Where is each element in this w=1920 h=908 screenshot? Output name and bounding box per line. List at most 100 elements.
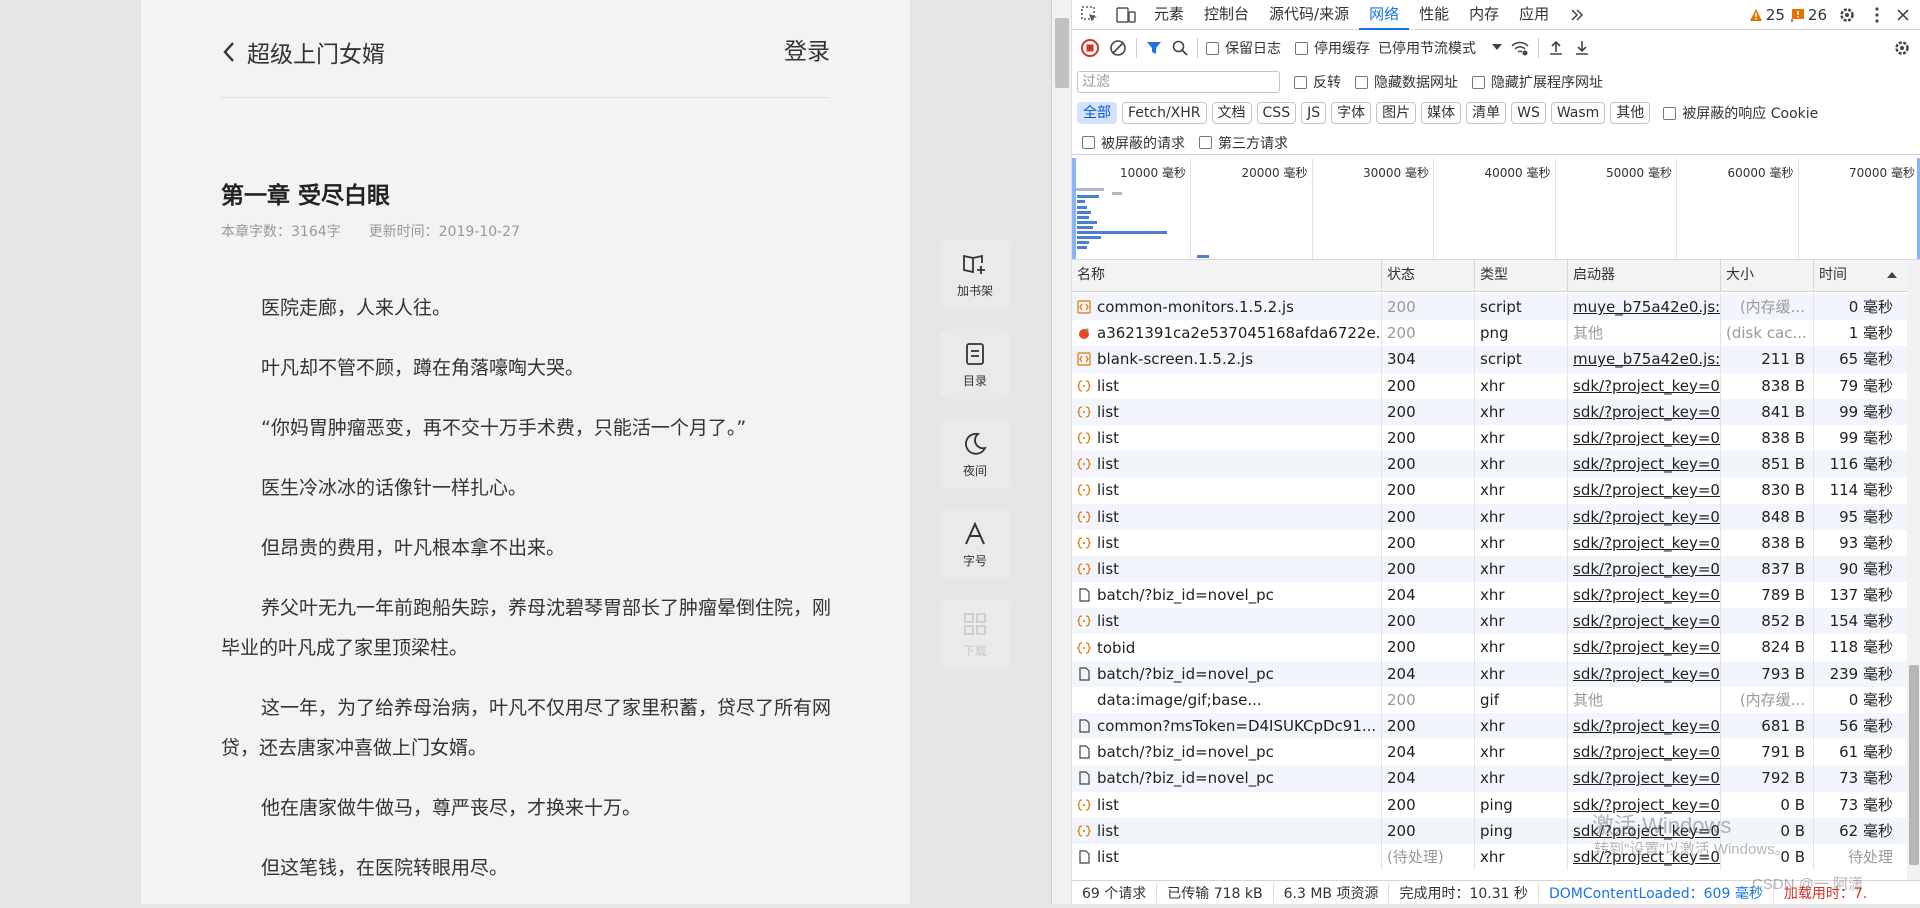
network-conditions-icon[interactable] — [1510, 39, 1530, 57]
network-overview-timeline[interactable]: 10000 毫秒 20000 毫秒 30000 毫秒 40000 毫秒 50000 毫秒… — [1072, 158, 1920, 260]
type-filter-chip[interactable]: 字体 — [1331, 102, 1372, 124]
table-row[interactable]: common?msToken=D4ISUKCpDc91... 200 xhr sdk/… — [1072, 713, 1920, 740]
checkbox-box[interactable] — [1206, 41, 1219, 55]
page-scrollbar-thumb[interactable] — [1055, 18, 1069, 88]
col-size[interactable]: 大小 — [1721, 260, 1814, 291]
table-row[interactable]: batch/?biz_id=novel_pc 204 xhr sdk/?project… — [1072, 739, 1920, 766]
tab-3[interactable]: 网络 — [1359, 0, 1410, 30]
type-filter-chip[interactable]: 文档 — [1211, 102, 1252, 124]
checkbox-box[interactable] — [1472, 75, 1485, 89]
more-options-button[interactable] — [1867, 0, 1887, 30]
table-row[interactable]: list 200 xhr sdk/?project_key=00 830 B 114 毫秒 — [1072, 477, 1920, 504]
type-filter-chip[interactable]: JS — [1301, 102, 1327, 124]
blocked-requests-checkbox[interactable]: 被屏蔽的请求 — [1082, 133, 1185, 153]
type-filter-chip[interactable]: Wasm — [1550, 102, 1606, 124]
cell-name[interactable]: a3621391ca2e537045168afda6722e... — [1072, 320, 1382, 347]
checkbox-box[interactable] — [1355, 75, 1368, 89]
table-row[interactable]: list 200 xhr sdk/?project_key=00 852 B 154 毫秒 — [1072, 608, 1920, 635]
type-filter-chip[interactable]: 图片 — [1376, 102, 1417, 124]
table-row[interactable]: data:image/gif;base... 200 gif 其他 (内存缓... 0 毫… — [1072, 686, 1920, 713]
cell-name[interactable]: tobid — [1072, 634, 1382, 661]
tab-0[interactable]: 元素 — [1144, 0, 1194, 30]
cell-initiator[interactable]: sdk/?project_key=00 — [1568, 398, 1721, 425]
more-tabs-button[interactable] — [1559, 0, 1595, 30]
warnings-badge[interactable]: 25 — [1749, 6, 1785, 24]
cell-initiator[interactable]: sdk/?project_key=00 — [1568, 817, 1721, 844]
add-bookshelf-button[interactable]: 加书架 — [940, 239, 1010, 309]
col-type[interactable]: 类型 — [1475, 260, 1568, 291]
table-row[interactable]: batch/?biz_id=novel_pc 204 xhr sdk/?project… — [1072, 582, 1920, 609]
col-initiator[interactable]: 启动器 — [1568, 260, 1721, 291]
page-scrollbar[interactable] — [1052, 0, 1072, 904]
device-toolbar-button[interactable] — [1108, 0, 1144, 30]
table-row[interactable]: list 200 xhr sdk/?project_key=00 837 B 90 毫秒 — [1072, 555, 1920, 583]
cell-initiator[interactable]: sdk/?project_key=00 — [1568, 372, 1721, 399]
search-icon[interactable] — [1171, 39, 1189, 57]
type-filter-chip[interactable]: 媒体 — [1421, 102, 1462, 124]
cell-name[interactable]: batch/?biz_id=novel_pc — [1072, 660, 1382, 687]
cell-initiator[interactable]: sdk/?project_key=00 — [1568, 477, 1721, 504]
cell-initiator[interactable]: sdk/?project_key=00 — [1568, 529, 1721, 556]
cell-name[interactable]: blank-screen.1.5.2.js — [1072, 346, 1382, 373]
issues-badge[interactable]: 26 — [1790, 6, 1827, 24]
cell-initiator[interactable]: muye_b75a42e0.js:2( — [1568, 346, 1721, 373]
download-har-icon[interactable] — [1573, 39, 1591, 57]
col-status[interactable]: 状态 — [1382, 260, 1475, 291]
cell-name[interactable]: list — [1072, 398, 1382, 425]
table-row[interactable]: list 200 xhr sdk/?project_key=00 838 B 79 毫秒 — [1072, 372, 1920, 399]
cell-name[interactable]: list — [1072, 555, 1382, 583]
cell-name[interactable]: batch/?biz_id=novel_pc — [1072, 582, 1382, 609]
cell-name[interactable]: list — [1072, 503, 1382, 530]
table-row[interactable]: list 200 xhr sdk/?project_key=00 838 B 93 毫秒 — [1072, 529, 1920, 556]
cell-initiator[interactable]: sdk/?project_key=00 — [1568, 660, 1721, 687]
login-button[interactable]: 登录 — [784, 34, 830, 70]
checkbox-box[interactable] — [1199, 136, 1212, 149]
checkbox-box[interactable] — [1295, 41, 1308, 55]
invert-checkbox[interactable]: 反转 — [1294, 72, 1341, 92]
download-button[interactable]: 下载 — [940, 599, 1010, 669]
close-devtools-button[interactable] — [1893, 0, 1913, 30]
checkbox-box[interactable] — [1082, 136, 1095, 149]
tab-1[interactable]: 控制台 — [1194, 0, 1259, 30]
upload-har-icon[interactable] — [1547, 39, 1565, 57]
table-row[interactable]: list 200 xhr sdk/?project_key=00 848 B 95 毫秒 — [1072, 503, 1920, 530]
table-row[interactable]: blank-screen.1.5.2.js 304 script muye_b75a4… — [1072, 346, 1920, 373]
cell-name[interactable]: common-monitors.1.5.2.js — [1072, 294, 1382, 321]
cell-initiator[interactable]: sdk/?project_key=00 — [1568, 791, 1721, 818]
settings-button[interactable] — [1833, 0, 1861, 30]
col-name[interactable]: 名称 — [1072, 260, 1382, 291]
inspect-element-button[interactable] — [1072, 0, 1108, 30]
cell-name[interactable]: list — [1072, 477, 1382, 504]
table-row[interactable]: a3621391ca2e537045168afda6722e... 200 png 其… — [1072, 320, 1920, 347]
cell-name[interactable]: batch/?biz_id=novel_pc — [1072, 739, 1382, 766]
checkbox-box[interactable] — [1294, 75, 1307, 89]
cell-initiator[interactable]: sdk/?project_key=00 — [1568, 451, 1721, 478]
table-row[interactable]: list 200 xhr sdk/?project_key=00 851 B 116 毫秒 — [1072, 451, 1920, 478]
cell-initiator[interactable]: sdk/?project_key=00 — [1568, 713, 1721, 740]
cell-name[interactable]: data:image/gif;base... — [1072, 686, 1382, 713]
cell-name[interactable]: list — [1072, 424, 1382, 452]
table-scrollbar[interactable] — [1907, 260, 1920, 880]
cell-name[interactable]: batch/?biz_id=novel_pc — [1072, 765, 1382, 792]
cell-initiator[interactable]: sdk/?project_key=00 — [1568, 424, 1721, 452]
disable-cache-checkbox[interactable]: 停用缓存 — [1295, 38, 1370, 58]
cell-name[interactable]: list — [1072, 529, 1382, 556]
cell-initiator[interactable]: sdk/?project_key=00 — [1568, 739, 1721, 766]
table-row[interactable]: list 200 xhr sdk/?project_key=00 838 B 99 毫秒 — [1072, 424, 1920, 452]
clear-icon[interactable] — [1108, 38, 1128, 58]
table-row[interactable]: list 200 ping sdk/?project_key=00 0 B 73 毫秒 — [1072, 791, 1920, 818]
table-row[interactable]: batch/?biz_id=novel_pc 204 xhr sdk/?project… — [1072, 660, 1920, 687]
cell-name[interactable]: list — [1072, 608, 1382, 635]
cell-name[interactable]: list — [1072, 451, 1382, 478]
cell-initiator[interactable]: sdk/?project_key=00 — [1568, 608, 1721, 635]
type-filter-chip[interactable]: 其他 — [1610, 102, 1651, 124]
table-scrollbar-thumb[interactable] — [1909, 665, 1919, 865]
cell-initiator[interactable]: sdk/?project_key=00 — [1568, 843, 1721, 871]
type-filter-chip[interactable]: WS — [1511, 102, 1546, 124]
type-filter-chip[interactable]: 清单 — [1466, 102, 1507, 124]
type-filter-chip[interactable]: Fetch/XHR — [1122, 102, 1207, 124]
table-row[interactable]: list 200 ping sdk/?project_key=00 0 B 62 毫秒 — [1072, 817, 1920, 844]
table-row[interactable]: list 200 xhr sdk/?project_key=00 841 B 99 毫秒 — [1072, 398, 1920, 425]
toc-button[interactable]: 目录 — [940, 329, 1010, 399]
table-row[interactable]: list (待处理) xhr sdk/?project_key=00 0 B 待处理 — [1072, 843, 1920, 871]
